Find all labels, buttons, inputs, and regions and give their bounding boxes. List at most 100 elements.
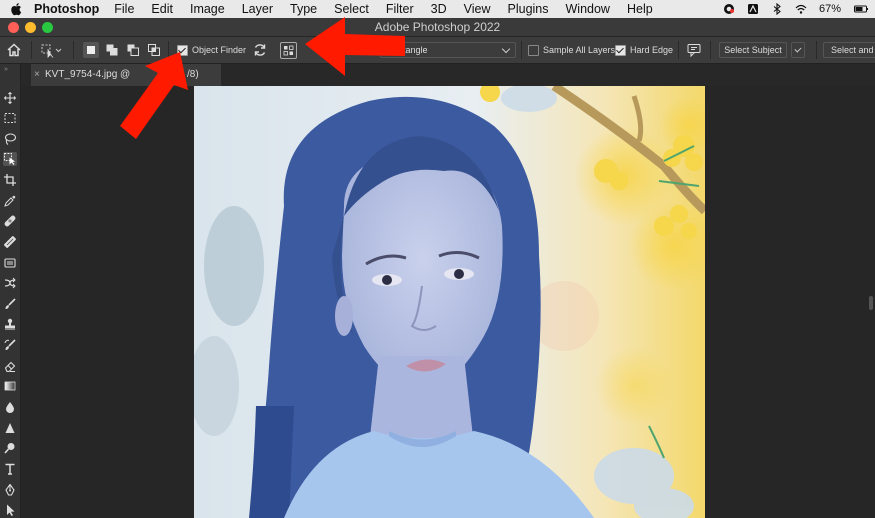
wifi-icon[interactable] (795, 3, 807, 15)
type-icon (5, 463, 15, 475)
pen-tool[interactable] (3, 483, 17, 497)
sample-all-layers-label: Sample All Layers (543, 45, 616, 55)
menu-edit[interactable]: Edit (151, 0, 173, 18)
portrait-photo (194, 86, 705, 518)
new-selection-icon (87, 46, 95, 54)
object-selection-icon (4, 153, 15, 165)
status-area: 67% (723, 0, 869, 18)
bandage-icon (4, 215, 16, 227)
show-all-objects-icon (283, 45, 294, 55)
home-button[interactable] (6, 41, 22, 59)
window-title-bar: Adobe Photoshop 2022 (0, 18, 875, 37)
menu-app-photoshop[interactable]: Photoshop (34, 0, 99, 18)
sample-all-layers-checkbox[interactable] (528, 44, 539, 56)
hard-edge-toggle[interactable]: Hard Edge (615, 41, 673, 59)
feedback-icon (687, 44, 701, 58)
battery-icon[interactable] (853, 3, 869, 15)
select-subject-button[interactable]: Select Subject (719, 41, 787, 59)
menu-3d[interactable]: 3D (431, 0, 447, 18)
add-to-selection-icon (106, 44, 118, 56)
adobe-icon[interactable] (747, 3, 759, 15)
path-selection-tool[interactable] (3, 503, 17, 517)
move-tool[interactable] (3, 91, 17, 105)
annotation-arrow-show-all-objects (305, 17, 405, 76)
marquee-icon (4, 113, 16, 123)
stamp-icon (5, 318, 15, 330)
divider (816, 41, 817, 59)
content-aware-move-tool[interactable] (3, 276, 17, 290)
panel-grip-icon[interactable]: » (4, 66, 9, 73)
divider (31, 41, 32, 59)
shuffle-icon (4, 277, 16, 289)
home-icon (7, 43, 21, 57)
chevron-down-icon (794, 44, 802, 53)
divider (678, 41, 679, 59)
eraser-icon (4, 361, 16, 372)
spot-healing-tool[interactable] (3, 214, 17, 228)
select-and-mask-label: Select and (831, 45, 874, 55)
marquee-tool[interactable] (3, 111, 17, 125)
tool-preset-picker[interactable] (40, 41, 62, 59)
hard-edge-label: Hard Edge (630, 45, 674, 55)
bluetooth-icon[interactable] (771, 3, 783, 15)
menu-image[interactable]: Image (190, 0, 225, 18)
divider (73, 41, 74, 59)
tools-panel: » (0, 64, 21, 518)
creative-cloud-icon[interactable] (723, 3, 735, 15)
brush-icon (5, 298, 16, 309)
sample-all-layers-toggle[interactable]: Sample All Layers (528, 41, 615, 59)
blur-tool[interactable] (3, 400, 17, 414)
document-image[interactable] (194, 86, 705, 518)
feedback-button[interactable] (686, 41, 702, 59)
annotation-arrow-object-finder (120, 52, 188, 139)
arrow-cursor-icon (7, 504, 15, 516)
close-tab-icon[interactable]: × (34, 64, 44, 86)
menu-window[interactable]: Window (566, 0, 610, 18)
lasso-icon (4, 133, 16, 145)
mac-menu-bar: Photoshop File Edit Image Layer Type Sel… (0, 0, 875, 18)
crop-tool[interactable] (3, 173, 17, 187)
gradient-tool[interactable] (3, 379, 17, 393)
drop-icon (6, 402, 14, 413)
chevron-down-icon (501, 44, 511, 53)
lasso-tool[interactable] (3, 132, 17, 146)
menu-help[interactable]: Help (627, 0, 653, 18)
eraser-tool[interactable] (3, 359, 17, 373)
new-selection-button[interactable] (83, 41, 99, 59)
apple-icon[interactable] (10, 2, 24, 16)
menu-plugins[interactable]: Plugins (508, 0, 549, 18)
canvas-scrollbar[interactable] (869, 296, 873, 310)
brush-tool[interactable] (3, 235, 17, 249)
hard-edge-checkbox[interactable] (615, 44, 626, 56)
dodge-tool[interactable] (3, 441, 17, 455)
select-subject-dropdown[interactable] (791, 41, 805, 59)
eyedropper-icon (4, 195, 16, 207)
history-brush-icon (4, 339, 16, 350)
divider (521, 41, 522, 59)
battery-percent: 67% (818, 3, 841, 15)
gradient-icon (4, 381, 16, 391)
refresh-icon (254, 44, 266, 56)
canvas-area[interactable] (21, 86, 875, 518)
move-icon (4, 92, 16, 104)
history-brush-tool[interactable] (3, 338, 17, 352)
bandage-alt-icon (4, 236, 16, 248)
show-all-objects-button[interactable] (280, 41, 297, 59)
eyedropper-tool[interactable] (3, 194, 17, 208)
menu-view[interactable]: View (464, 0, 491, 18)
clone-stamp-tool[interactable] (3, 317, 17, 331)
patch-tool[interactable] (3, 256, 17, 270)
patch-icon (4, 258, 16, 268)
paint-brush-tool[interactable] (3, 297, 17, 311)
divider (710, 41, 711, 59)
select-and-mask-button[interactable]: Select and (823, 41, 875, 59)
menu-file[interactable]: File (114, 0, 134, 18)
sharpen-tool[interactable] (3, 421, 17, 435)
dodge-icon (4, 443, 15, 454)
object-selection-tool[interactable] (3, 152, 17, 166)
select-subject-label: Select Subject (724, 45, 782, 55)
crop-icon (4, 174, 16, 186)
menu-layer[interactable]: Layer (242, 0, 273, 18)
refresh-object-finder-button[interactable] (252, 41, 268, 59)
type-tool[interactable] (3, 462, 17, 476)
